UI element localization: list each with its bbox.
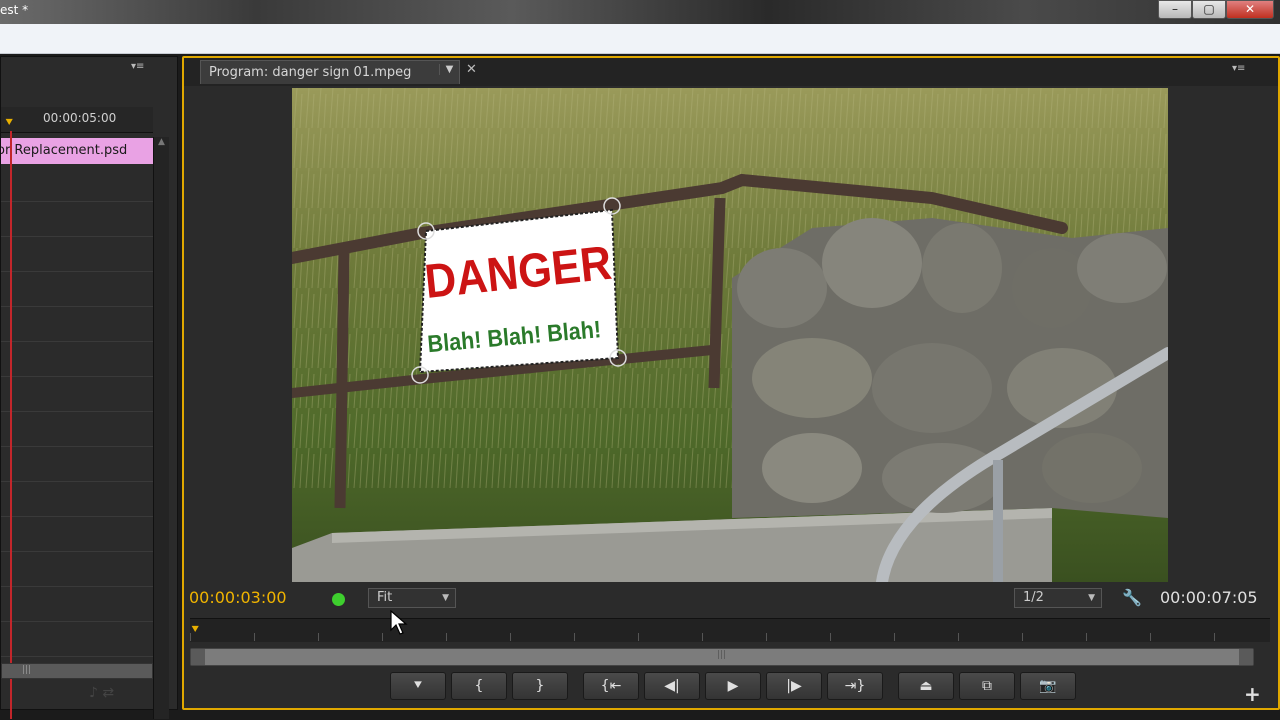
mark-in-icon: {	[474, 678, 484, 694]
track-row	[1, 202, 153, 237]
clip-label: or Replacement.psd	[1, 143, 128, 158]
timeline-panel: ▾≡ ⯆ 00:00:05:00 or Replacement.psd ▲ ||…	[0, 56, 178, 719]
playhead-line	[10, 131, 12, 719]
window-title: est *	[0, 3, 29, 17]
horizontal-scrollbar[interactable]: |||	[1, 663, 153, 679]
chevron-down-icon: ▼	[1088, 593, 1095, 603]
zoom-bar-right-handle[interactable]	[1239, 649, 1253, 665]
lift-icon: ⏏	[919, 678, 933, 694]
title-bar: est * – ▢ ✕	[0, 0, 1280, 24]
button-editor-plus-icon[interactable]: +	[1244, 682, 1261, 706]
step-back-icon: ◀|	[664, 678, 680, 694]
track-row	[1, 412, 153, 447]
playhead-icon[interactable]: ⯆	[190, 623, 200, 638]
step-forward-icon: |▶	[786, 678, 802, 694]
monitor-time-ruler[interactable]: ⯆	[190, 618, 1270, 642]
scroll-grip-icon[interactable]: |||	[22, 665, 31, 675]
tab-close-icon[interactable]: ✕	[466, 62, 477, 77]
extract-icon: ⧉	[982, 678, 992, 694]
window-controls: – ▢ ✕	[1158, 0, 1274, 19]
track-row	[1, 237, 153, 272]
duration-timecode: 00:00:07:05	[1160, 588, 1258, 607]
zoom-select-value: Fit	[377, 590, 393, 605]
go-to-out-icon: ⇥}	[844, 678, 866, 694]
status-dot-icon	[332, 593, 345, 606]
play-icon: ▶	[727, 678, 739, 694]
track-row	[1, 482, 153, 517]
play-button[interactable]: ▶	[705, 672, 761, 700]
timeline-ruler[interactable]: ⯆ 00:00:05:00	[1, 107, 153, 133]
maximize-button[interactable]: ▢	[1192, 0, 1226, 19]
premiere-window: est * – ▢ ✕ ▾≡ ⯆ 00:00:05:00 or Replacem…	[0, 0, 1280, 720]
track-row	[1, 272, 153, 307]
camera-icon: 📷	[1039, 678, 1057, 694]
ruler-timecode: 00:00:05:00	[43, 111, 117, 125]
track-row	[1, 377, 153, 412]
scroll-up-icon[interactable]: ▲	[154, 137, 169, 147]
wrench-icon[interactable]: 🔧	[1122, 588, 1142, 607]
chevron-down-icon: ▼	[442, 593, 449, 603]
track-row	[1, 167, 153, 202]
video-scene: DANGER Blah! Blah! Blah!	[292, 88, 1168, 582]
transport-controls: ⯆ { } {⇤ ◀| ▶ |▶ ⇥} ⏏ ⧉ 📷	[390, 672, 1081, 700]
current-timecode[interactable]: 00:00:03:00	[189, 588, 287, 607]
panel-menu-icon[interactable]: ▾≡	[131, 61, 144, 72]
mark-in-button[interactable]: {	[451, 672, 507, 700]
menu-bar	[0, 24, 1280, 54]
vertical-scrollbar[interactable]: ▲	[153, 137, 169, 719]
ruler-ticks	[190, 633, 1270, 641]
track-row	[1, 552, 153, 587]
step-forward-button[interactable]: |▶	[766, 672, 822, 700]
resolution-select[interactable]: 1/2 ▼	[1014, 588, 1102, 608]
track-row	[1, 307, 153, 342]
track-rows	[1, 167, 153, 719]
scroll-grip-icon[interactable]: |||	[717, 650, 726, 660]
go-to-in-icon: {⇤	[600, 678, 622, 694]
video-frame[interactable]: DANGER Blah! Blah! Blah!	[292, 88, 1168, 582]
tab-label: Program: danger sign 01.mpeg	[209, 65, 412, 80]
lift-button[interactable]: ⏏	[898, 672, 954, 700]
track-row	[1, 342, 153, 377]
panel-menu-icon[interactable]: ▾≡	[1232, 63, 1245, 74]
track-row	[1, 517, 153, 552]
track-row	[1, 622, 153, 657]
playhead-icon[interactable]: ⯆	[4, 117, 18, 131]
track-row	[1, 587, 153, 622]
go-to-out-button[interactable]: ⇥}	[827, 672, 883, 700]
monitor-tab-strip: Program: danger sign 01.mpeg ▼ ✕ ▾≡	[184, 58, 1278, 86]
step-back-button[interactable]: ◀|	[644, 672, 700, 700]
timeline-footer-icons: ♪ ⇄	[89, 685, 115, 701]
go-to-in-button[interactable]: {⇤	[583, 672, 639, 700]
mouse-cursor-icon	[390, 610, 408, 635]
minimize-button[interactable]: –	[1158, 0, 1192, 19]
tab-program[interactable]: Program: danger sign 01.mpeg ▼	[200, 60, 460, 84]
extract-button[interactable]: ⧉	[959, 672, 1015, 700]
resolution-select-value: 1/2	[1023, 590, 1044, 605]
mark-out-icon: }	[535, 678, 545, 694]
export-frame-button[interactable]: 📷	[1020, 672, 1076, 700]
mark-out-button[interactable]: }	[512, 672, 568, 700]
close-button[interactable]: ✕	[1226, 0, 1274, 19]
chevron-down-icon[interactable]: ▼	[439, 64, 459, 75]
zoom-bar-left-handle[interactable]	[191, 649, 205, 665]
track-row	[1, 447, 153, 482]
program-monitor: Program: danger sign 01.mpeg ▼ ✕ ▾≡ DANG…	[182, 56, 1280, 710]
zoom-scrollbar[interactable]: |||	[190, 648, 1254, 666]
zoom-select[interactable]: Fit ▼	[368, 588, 456, 608]
add-marker-button[interactable]: ⯆	[390, 672, 446, 700]
marker-icon: ⯆	[412, 678, 424, 694]
monitor-controls: 00:00:03:00 Fit ▼ 1/2 ▼ 🔧 00:00:07:05	[184, 584, 1278, 614]
timeline-clip[interactable]: or Replacement.psd	[1, 138, 153, 164]
